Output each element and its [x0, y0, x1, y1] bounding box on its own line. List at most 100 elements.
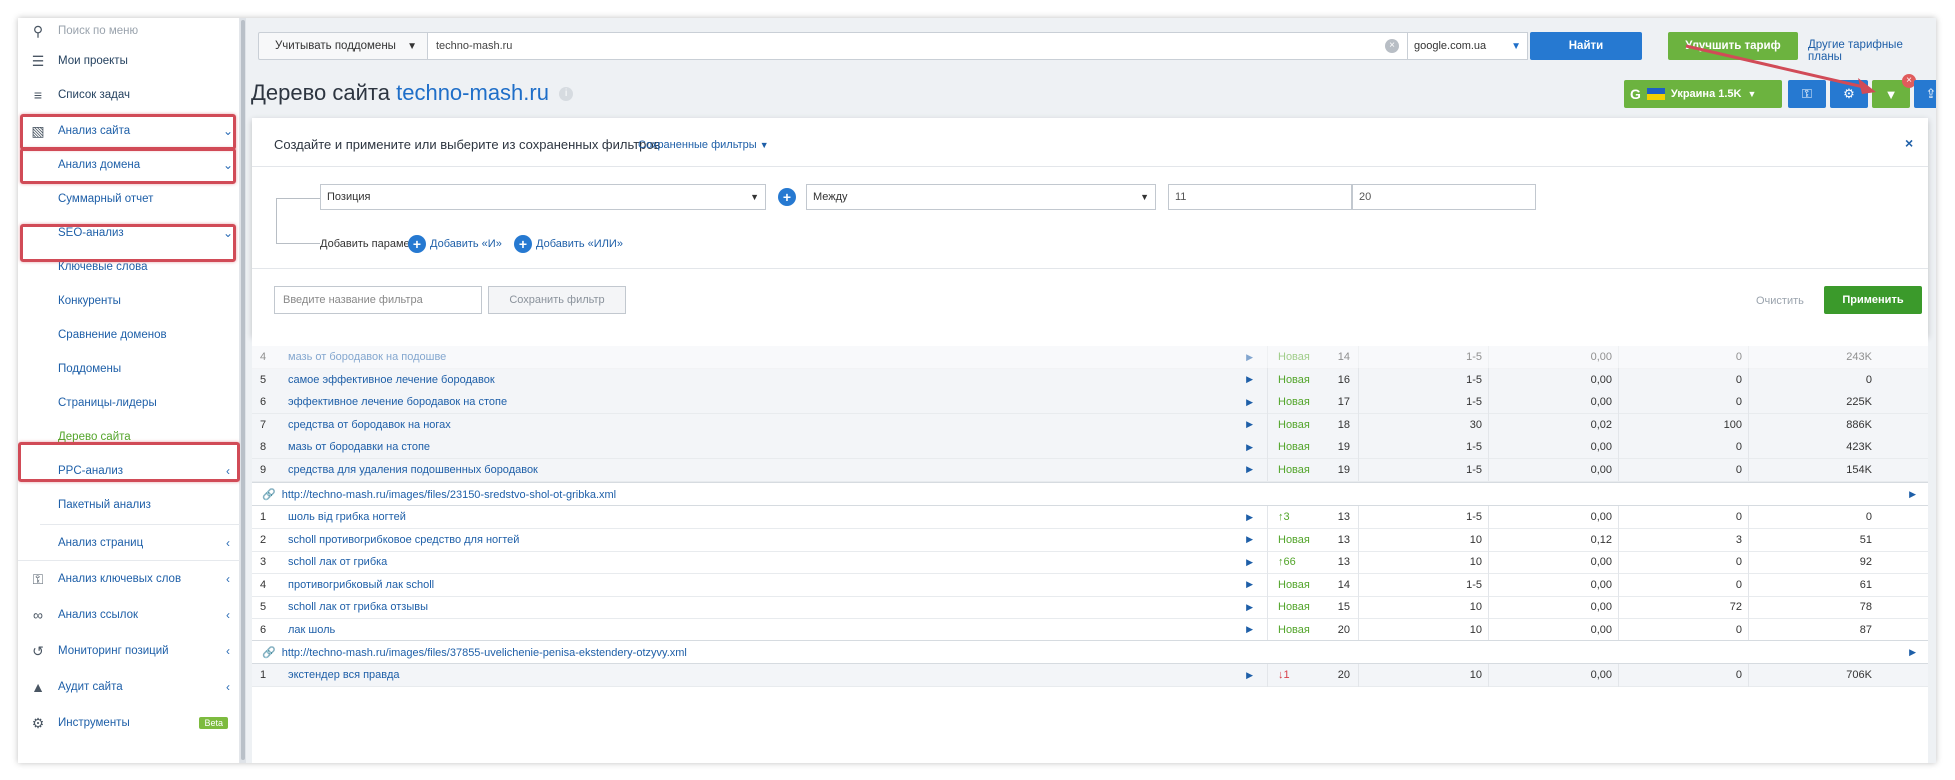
- subdomains-select[interactable]: Учитывать поддомены ▼: [258, 32, 428, 60]
- position-cell: Новая 20: [1268, 624, 1358, 636]
- table-row[interactable]: 7 средства от бородавок на ногах ▶ Новая 18 3…: [252, 413, 1928, 437]
- site-tree-table: 4 мазь от бородавок на подошве ▶ Новая 14 1-5…: [252, 334, 1928, 763]
- chevron-right-icon[interactable]: ▶: [1246, 397, 1253, 408]
- export-button[interactable]: ⇪: [1914, 80, 1936, 108]
- add-and-icon[interactable]: +: [408, 235, 426, 253]
- sidebar-item-top-pages[interactable]: Страницы-лидеры: [18, 386, 240, 420]
- chevron-right-icon[interactable]: ▶: [1909, 489, 1916, 500]
- engine-select[interactable]: google.com.ua ▼: [1408, 32, 1528, 60]
- sidebar-search[interactable]: ⚲ Поиск по меню: [18, 18, 240, 44]
- position-cell: ↓1 20: [1268, 669, 1358, 681]
- position-cell: Новая 13: [1268, 534, 1358, 546]
- chevron-right-icon[interactable]: ▶: [1246, 624, 1253, 635]
- sidebar-item-page-analysis[interactable]: Анализ страниц ‹: [18, 526, 240, 560]
- table-row[interactable]: 4 мазь от бородавок на подошве ▶ Новая 14 1-5…: [252, 345, 1928, 369]
- engine-value: google.com.ua: [1414, 40, 1487, 52]
- clear-filter-link[interactable]: Очистить: [1756, 295, 1804, 307]
- chevron-right-icon[interactable]: ▶: [1246, 419, 1253, 430]
- keyword-link[interactable]: шоль від грибка ногтей: [288, 511, 406, 523]
- sidebar-item-batch[interactable]: Пакетный анализ: [18, 488, 240, 522]
- sidebar-item-compare[interactable]: Сравнение доменов: [18, 318, 240, 352]
- keyword-link[interactable]: scholl лак от грибка: [288, 556, 387, 568]
- filter-to-input[interactable]: 20: [1352, 184, 1536, 210]
- table-row[interactable]: 3 scholl лак от грибка ▶ ↑66 13 10 0,00 0 92: [252, 550, 1928, 574]
- sidebar-item-projects[interactable]: ☰ Мои проекты: [18, 44, 240, 78]
- keyword-cell: лак шоль ▶: [282, 618, 1268, 641]
- filter-from-input[interactable]: 11: [1168, 184, 1352, 210]
- table-row[interactable]: 1 экстендер вся правда ▶ ↓1 20 10 0,00 0 706K: [252, 663, 1928, 687]
- chevron-right-icon[interactable]: ▶: [1246, 602, 1253, 613]
- sidebar-item-competitors[interactable]: Конкуренты: [18, 284, 240, 318]
- filter-name-input[interactable]: Введите название фильтра: [274, 286, 482, 314]
- url-group-row[interactable]: 🔗 http://techno-mash.ru/images/files/2315…: [252, 482, 1928, 506]
- cpc-cell: 0,00: [1488, 550, 1618, 574]
- chevron-left-icon: ‹: [226, 536, 230, 550]
- filter-field-select[interactable]: Позиция ▼: [320, 184, 766, 210]
- table-row[interactable]: 6 эффективное лечение бородавок на стопе ▶…: [252, 390, 1928, 414]
- position-cell: Новая 15: [1268, 601, 1358, 613]
- chevron-right-icon[interactable]: ▶: [1246, 352, 1253, 363]
- add-or-link[interactable]: Добавить «ИЛИ»: [536, 238, 623, 250]
- keyword-link[interactable]: средства от бородавок на ногах: [288, 419, 451, 431]
- clear-icon[interactable]: ×: [1385, 39, 1399, 53]
- keyword-link[interactable]: эффективное лечение бородавок на стопе: [288, 396, 507, 408]
- keyword-cell: scholl лак от грибка отзывы ▶: [282, 595, 1268, 619]
- chevron-right-icon[interactable]: ▶: [1246, 579, 1253, 590]
- sidebar-item-subdomains[interactable]: Поддомены: [18, 352, 240, 386]
- keyword-link[interactable]: средства для удаления подошвенных борода…: [288, 464, 538, 476]
- apply-filter-button[interactable]: Применить: [1824, 286, 1922, 314]
- find-button[interactable]: Найти: [1530, 32, 1642, 60]
- chevron-right-icon[interactable]: ▶: [1246, 557, 1253, 568]
- url-link[interactable]: http://techno-mash.ru/images/files/37855…: [282, 647, 687, 659]
- table-row[interactable]: 1 шоль від грибка ногтей ▶ ↑3 13 1-5 0,00 0 0: [252, 505, 1928, 529]
- sidebar-search-input[interactable]: Поиск по меню: [58, 25, 240, 37]
- volume-cell: 0: [1618, 663, 1748, 687]
- sidebar-item-audit[interactable]: ▲ Аудит сайта ‹: [18, 670, 240, 704]
- keyword-link[interactable]: самое эффективное лечение бородавок: [288, 374, 495, 386]
- sidebar-item-keyword-analysis[interactable]: ⚿ Анализ ключевых слов ‹: [18, 562, 240, 596]
- chevron-right-icon[interactable]: ▶: [1909, 647, 1916, 658]
- chevron-right-icon[interactable]: ▶: [1246, 670, 1253, 681]
- saved-filters-dropdown[interactable]: Сохраненные фильтры ▼: [638, 139, 769, 151]
- filter-condition-select[interactable]: Между ▼: [806, 184, 1156, 210]
- domain-input[interactable]: techno-mash.ru ×: [428, 32, 1408, 60]
- table-row[interactable]: 9 средства для удаления подошвенных бород…: [252, 458, 1928, 482]
- table-row[interactable]: 8 мазь от бородавки на стопе ▶ Новая 19 1-5 0,…: [252, 435, 1928, 459]
- keyword-link[interactable]: scholl противогрибковое средство для ног…: [288, 534, 519, 546]
- save-filter-button[interactable]: Сохранить фильтр: [488, 286, 626, 314]
- sidebar-item-link-analysis[interactable]: ∞ Анализ ссылок ‹: [18, 598, 240, 632]
- add-condition-icon[interactable]: +: [778, 188, 796, 206]
- info-icon[interactable]: i: [559, 87, 574, 102]
- add-or-icon[interactable]: +: [514, 235, 532, 253]
- close-icon[interactable]: ×: [1905, 135, 1913, 151]
- keyword-link[interactable]: мазь от бородавки на стопе: [288, 441, 430, 453]
- keyword-link[interactable]: scholl лак от грибка отзывы: [288, 601, 428, 613]
- page-title-domain[interactable]: techno-mash.ru: [396, 80, 549, 105]
- keyword-link[interactable]: противогрибковый лак scholl: [288, 579, 434, 591]
- table-row[interactable]: 5 scholl лак от грибка отзывы ▶ Новая 15 10 0,…: [252, 595, 1928, 619]
- keyword-link[interactable]: экстендер вся правда: [288, 669, 400, 681]
- url-group-row[interactable]: 🔗 http://techno-mash.ru/images/files/3785…: [252, 640, 1928, 664]
- row-number: 8: [260, 441, 267, 453]
- table-row[interactable]: 6 лак шоль ▶ Новая 20 10 0,00 0 87: [252, 618, 1928, 642]
- chevron-right-icon[interactable]: ▶: [1246, 464, 1253, 475]
- scrollbar-thumb[interactable]: [241, 20, 245, 760]
- sidebar-item-tools[interactable]: ⚙ Инструменты Beta: [18, 706, 240, 740]
- gear-icon: ⚙: [31, 714, 45, 731]
- chevron-right-icon[interactable]: ▶: [1246, 442, 1253, 453]
- sidebar-item-summary[interactable]: Суммарный отчет: [18, 182, 240, 216]
- table-row[interactable]: 4 противогрибковый лак scholl ▶ Новая 14 1-5 0…: [252, 573, 1928, 597]
- sidebar-item-monitoring[interactable]: ↺ Мониторинг позиций ‹: [18, 634, 240, 668]
- chevron-right-icon[interactable]: ▶: [1246, 512, 1253, 523]
- table-row[interactable]: 5 самое эффективное лечение бородавок ▶ Нов…: [252, 368, 1928, 392]
- keyword-link[interactable]: мазь от бородавок на подошве: [288, 351, 446, 363]
- sidebar-item-tasks[interactable]: ≡ Список задач: [18, 78, 240, 112]
- highlight-site-analysis: [20, 114, 236, 150]
- position-change: ↓1: [1278, 669, 1290, 681]
- url-link[interactable]: http://techno-mash.ru/images/files/23150…: [282, 489, 616, 501]
- chevron-right-icon[interactable]: ▶: [1246, 374, 1253, 385]
- add-and-link[interactable]: Добавить «И»: [430, 238, 502, 250]
- keyword-link[interactable]: лак шоль: [288, 624, 335, 636]
- chevron-right-icon[interactable]: ▶: [1246, 534, 1253, 545]
- table-row[interactable]: 2 scholl противогрибковое средство для но…: [252, 528, 1928, 552]
